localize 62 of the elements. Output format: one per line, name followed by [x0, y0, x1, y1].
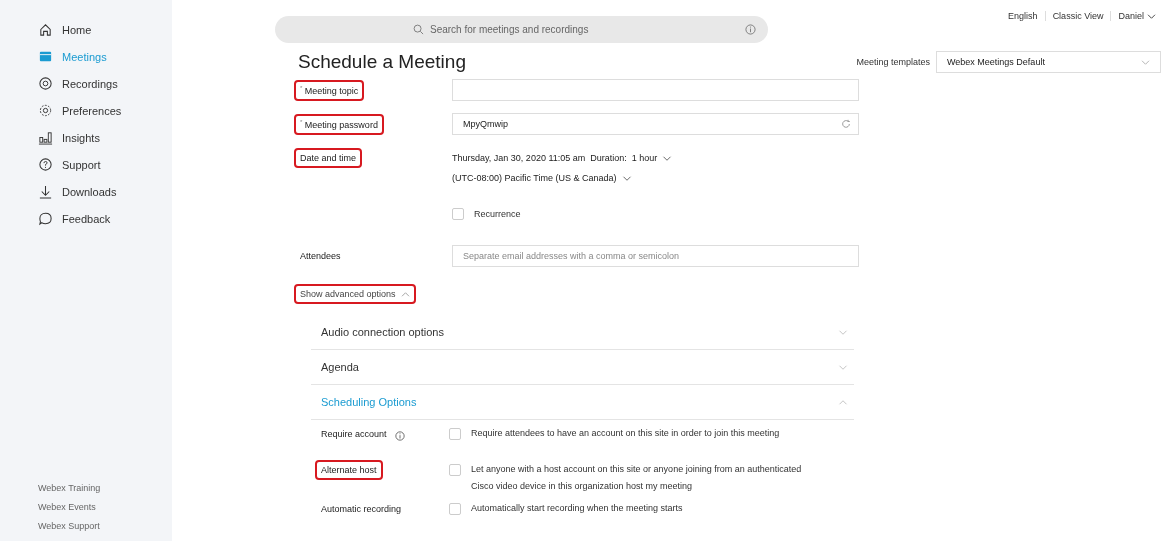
nav-icon: [38, 49, 53, 64]
option-text: Automatically start recording when the meeting starts: [471, 502, 684, 515]
nav-icon: [38, 184, 53, 199]
caret-icon: [1147, 12, 1156, 20]
nav-icon: [38, 76, 53, 91]
input-field[interactable]: Separate email addresses with a comma or semicolon: [452, 245, 859, 267]
chevron-icon: [400, 290, 410, 298]
templates-dropdown[interactable]: Webex Meetings Default: [936, 51, 1161, 73]
info-icon[interactable]: [394, 431, 405, 441]
nav-item[interactable]: Downloads: [38, 184, 172, 199]
footer-link[interactable]: Webex Training: [38, 483, 172, 493]
refresh-icon[interactable]: [841, 119, 851, 129]
nav-item[interactable]: Insights: [38, 130, 172, 145]
option-label: Alternate host: [315, 460, 383, 480]
input-field[interactable]: [452, 79, 859, 101]
accordion-header[interactable]: Audio connection options: [311, 315, 854, 350]
nav-icon: [38, 103, 53, 118]
search-icon: [413, 23, 424, 35]
field-label: Attendees: [299, 250, 342, 263]
option-label: Automatic recording: [320, 503, 403, 516]
caret-icon[interactable]: [662, 154, 673, 162]
checkbox[interactable]: [452, 208, 464, 220]
timezone-text[interactable]: (UTC-08:00) Pacific Time (US & Canada): [452, 173, 617, 183]
nav-icon: [38, 211, 53, 226]
duration-label: Duration:: [590, 153, 627, 163]
nav-item[interactable]: Recordings: [38, 76, 172, 91]
option-text: Let anyone with a host account on this site or anyone joining from an authenticated Cisco video device in this organization host my meeting: [471, 463, 803, 493]
header-link[interactable]: Daniel: [1110, 11, 1163, 21]
chevron-icon: [838, 328, 848, 336]
checkbox[interactable]: [449, 428, 461, 440]
duration-value[interactable]: 1 hour: [631, 153, 658, 163]
checkbox[interactable]: [449, 464, 461, 476]
checkbox[interactable]: [449, 503, 461, 515]
page-title: Schedule a Meeting: [298, 51, 466, 73]
info-icon[interactable]: [745, 23, 756, 35]
footer-link[interactable]: Webex Support: [38, 521, 172, 531]
nav-icon: [38, 22, 53, 37]
templates-label: Meeting templates: [856, 57, 930, 67]
chevron-icon: [838, 363, 848, 371]
nav-icon: [38, 130, 53, 145]
date-time-text[interactable]: Thursday, Jan 30, 2020 11:05 am: [452, 153, 586, 163]
footer-link[interactable]: Webex Events: [38, 502, 172, 512]
nav-item[interactable]: Support: [38, 157, 172, 172]
caret-icon[interactable]: [621, 174, 632, 182]
nav-item[interactable]: Preferences: [38, 103, 172, 118]
checkbox-label: Recurrence: [474, 209, 521, 219]
accordion-header[interactable]: Agenda: [311, 350, 854, 385]
header-link[interactable]: Classic View: [1044, 11, 1111, 21]
field-label: $^{*}$ Meeting topic: [294, 79, 365, 101]
field-label: $^{*}$ Meeting password: [294, 113, 384, 135]
chevron-icon: [1141, 58, 1150, 66]
nav-item[interactable]: Feedback: [38, 211, 172, 226]
input-field[interactable]: MpyQmwip: [452, 113, 859, 135]
search-field[interactable]: Search for meetings and recordings: [275, 15, 768, 43]
nav-item[interactable]: Home: [38, 22, 172, 37]
advanced-options-toggle[interactable]: Show advanced options: [294, 284, 416, 304]
chevron-icon: [838, 398, 848, 406]
option-label: Require account: [320, 428, 388, 441]
option-text: Require attendees to have an account on this site in order to join this meeting: [471, 427, 781, 440]
header-link[interactable]: English: [1001, 11, 1045, 21]
field-label: Date and time: [294, 148, 363, 168]
nav-icon: [38, 157, 53, 172]
